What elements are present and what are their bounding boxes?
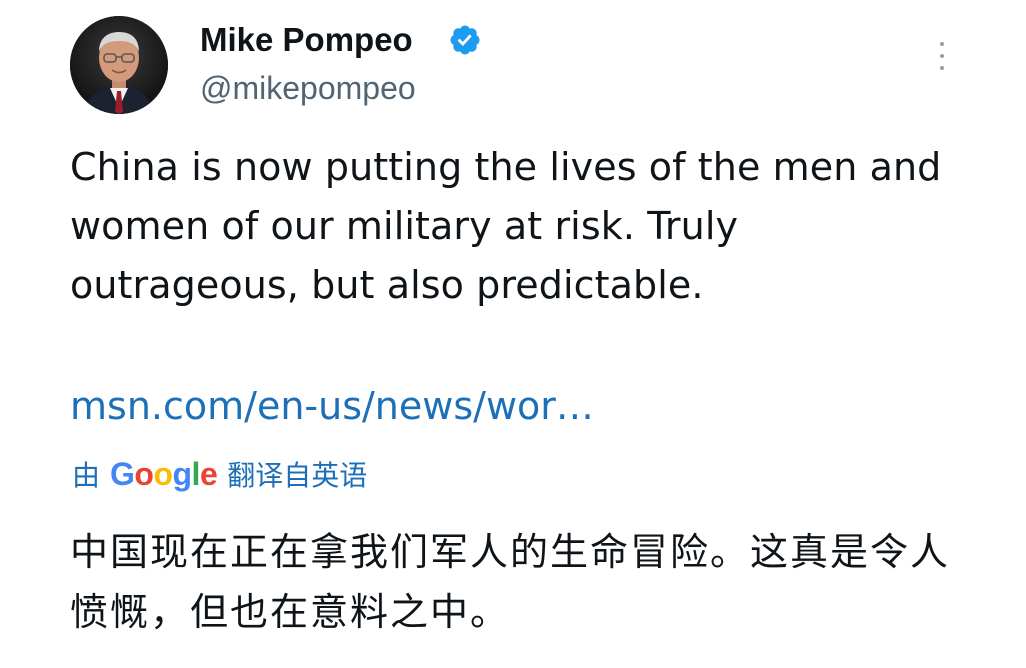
translate-button[interactable]: 由 Google 翻译自英语 bbox=[72, 452, 367, 496]
tweet-link[interactable]: msn.com/en-us/news/wor… bbox=[70, 378, 594, 434]
translate-suffix: 翻译自英语 bbox=[227, 459, 368, 492]
translated-text: 中国现在正在拿我们军人的生命冒险。这真是令人愤慨，但也在意料之中。 bbox=[70, 530, 951, 634]
google-logo: Google bbox=[110, 455, 218, 492]
author-handle[interactable]: @mikepompeo bbox=[200, 68, 416, 108]
tweet-text: China is now putting the lives of the me… bbox=[70, 145, 942, 307]
avatar[interactable] bbox=[70, 16, 168, 114]
verified-badge-icon bbox=[450, 25, 480, 55]
tweet-card: Mike Pompeo @mikepompeo China is now put… bbox=[0, 0, 1026, 668]
translate-by-label: 由 bbox=[72, 459, 101, 492]
author-display-name[interactable]: Mike Pompeo bbox=[200, 20, 413, 60]
more-vertical-icon[interactable] bbox=[928, 36, 956, 76]
avatar-portrait bbox=[70, 16, 168, 114]
